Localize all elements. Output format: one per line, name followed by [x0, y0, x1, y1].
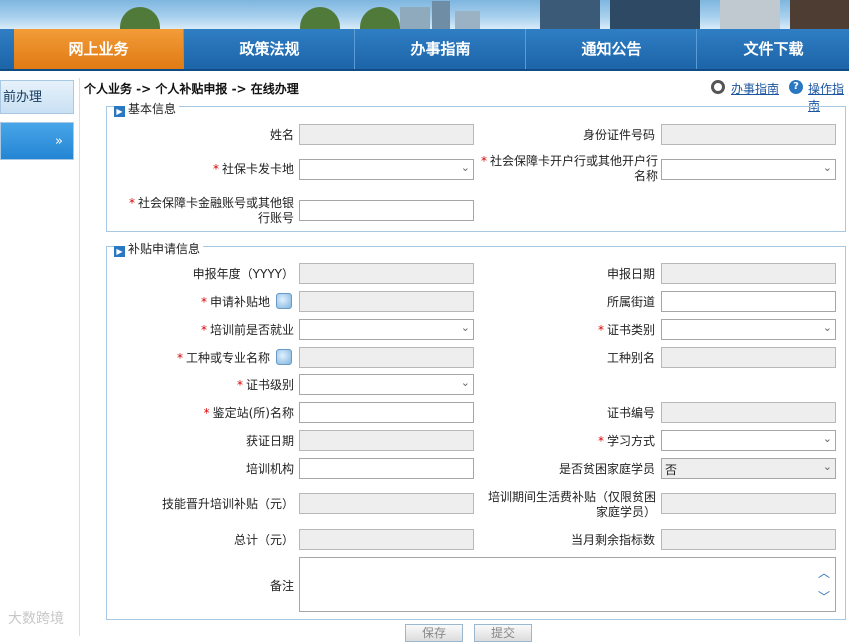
nav-online-business[interactable]: 网上业务	[14, 29, 184, 69]
header-banner	[0, 0, 849, 29]
chevron-down-icon: ⌄	[822, 460, 832, 473]
label-place: * 申请补贴地	[200, 295, 270, 309]
chevron-down-icon: ⌄	[822, 161, 832, 174]
banner-building	[540, 0, 600, 29]
skill-subsidy-input[interactable]	[299, 493, 474, 514]
label-card-issue-place: * 社保卡发卡地	[212, 162, 294, 176]
label-cert-no: 证书编号	[606, 406, 655, 420]
label-remark: 备注	[269, 579, 294, 593]
save-button[interactable]: 保存	[405, 624, 463, 642]
breadcrumb: 个人业务 -> 个人补贴申报 -> 在线办理	[84, 82, 299, 96]
banner-tree	[300, 7, 340, 29]
nav-policy[interactable]: 政策法规	[185, 29, 355, 69]
place-input[interactable]	[299, 291, 474, 312]
sidebar-item-online[interactable]: 前办理	[0, 80, 74, 114]
street-input[interactable]	[661, 291, 836, 312]
living-subsidy-input[interactable]	[661, 493, 836, 514]
banner-building	[455, 11, 480, 29]
remaining-input[interactable]	[661, 529, 836, 550]
study-mode-select[interactable]: ⌄	[661, 430, 836, 451]
label-date: 申报日期	[606, 267, 655, 281]
scroll-up-icon[interactable]: ︿	[818, 564, 830, 581]
label-poor-family: 是否贫困家庭学员	[558, 462, 655, 476]
chevron-down-icon: ⌄	[460, 376, 470, 389]
label-station: * 鉴定站(所)名称	[203, 406, 294, 420]
label-cert-date: 获证日期	[245, 434, 294, 448]
nav-download[interactable]: 文件下载	[698, 29, 849, 69]
subsidy-title: ▶ 补贴申请信息	[114, 240, 204, 257]
arrow-right-icon: ▶	[114, 106, 125, 117]
chevron-down-icon: ⌄	[822, 432, 832, 445]
section-title-text: 基本信息	[128, 102, 177, 116]
section-title-text: 补贴申请信息	[128, 242, 201, 256]
employed-select[interactable]: ⌄	[299, 319, 474, 340]
label-trade-alias: 工种别名	[606, 351, 655, 365]
cert-type-select[interactable]: ⌄	[661, 319, 836, 340]
label-street: 所属街道	[606, 295, 655, 309]
id-number-input[interactable]	[661, 124, 836, 145]
basic-info-title: ▶ 基本信息	[114, 100, 180, 117]
remark-textarea[interactable]: ︿ ﹀	[299, 557, 836, 612]
banner-building	[720, 0, 780, 29]
label-total: 总计（元）	[233, 533, 294, 547]
total-input[interactable]	[299, 529, 474, 550]
institution-input[interactable]	[299, 458, 474, 479]
poor-family-select[interactable]: 否 ⌄	[661, 458, 836, 479]
place-picker-icon[interactable]	[276, 293, 292, 309]
cert-level-select[interactable]: ⌄	[299, 374, 474, 395]
label-cert-level: * 证书级别	[236, 378, 294, 392]
banner-building	[790, 0, 849, 29]
main-nav: 网上业务 政策法规 办事指南 通知公告 文件下载	[0, 29, 849, 71]
watermark: 大数跨境	[8, 611, 64, 627]
guide-link[interactable]: 办事指南	[731, 80, 779, 97]
sidebar-item-expand[interactable]: »	[0, 122, 74, 160]
banner-tree	[360, 7, 400, 29]
label-year: 申报年度（YYYY）	[192, 267, 294, 281]
account-input[interactable]	[299, 200, 474, 221]
banner-building	[610, 0, 700, 29]
label-id-number: 身份证件号码	[582, 128, 655, 142]
chevron-down-icon: ⌄	[460, 321, 470, 334]
label-living-subsidy: 培训期间生活费补贴（仅限贫困家庭学员）	[487, 490, 656, 519]
year-input[interactable]	[299, 263, 474, 284]
label-skill-subsidy: 技能晋升培训补贴（元）	[161, 497, 294, 511]
label-account: * 社会保障卡金融账号或其他银行账号	[128, 196, 294, 225]
label-cert-type: * 证书类别	[597, 323, 655, 337]
card-issue-place-select[interactable]: ⌄	[299, 159, 474, 180]
bank-name-select[interactable]: ⌄	[661, 159, 836, 180]
label-trade: * 工种或专业名称	[176, 351, 270, 365]
banner-building	[400, 7, 430, 29]
cert-date-input[interactable]	[299, 430, 474, 451]
trade-picker-icon[interactable]	[276, 349, 292, 365]
chevron-down-icon: ⌄	[822, 321, 832, 334]
submit-button[interactable]: 提交	[474, 624, 532, 642]
label-bank-name: * 社会保障卡开户行或其他开户行名称	[480, 154, 658, 183]
guide-icon	[711, 80, 725, 94]
scroll-down-icon[interactable]: ﹀	[818, 588, 830, 605]
poor-family-value: 否	[665, 463, 678, 477]
label-study-mode: * 学习方式	[597, 434, 655, 448]
trade-alias-input[interactable]	[661, 347, 836, 368]
arrow-right-icon: ▶	[114, 246, 125, 257]
name-input[interactable]	[299, 124, 474, 145]
label-name: 姓名	[269, 128, 294, 142]
help-icon: ?	[789, 80, 803, 94]
banner-building	[432, 1, 450, 29]
nav-notice[interactable]: 通知公告	[527, 29, 697, 69]
label-institution: 培训机构	[245, 462, 294, 476]
chevron-down-icon: ⌄	[460, 161, 470, 174]
trade-input[interactable]	[299, 347, 474, 368]
sidebar: 前办理 »	[0, 78, 80, 636]
label-employed: * 培训前是否就业	[200, 323, 294, 337]
banner-tree	[120, 7, 160, 29]
cert-no-input[interactable]	[661, 402, 836, 423]
label-remaining: 当月剩余指标数	[570, 533, 655, 547]
station-input[interactable]	[299, 402, 474, 423]
nav-guide[interactable]: 办事指南	[356, 29, 526, 69]
date-input[interactable]	[661, 263, 836, 284]
